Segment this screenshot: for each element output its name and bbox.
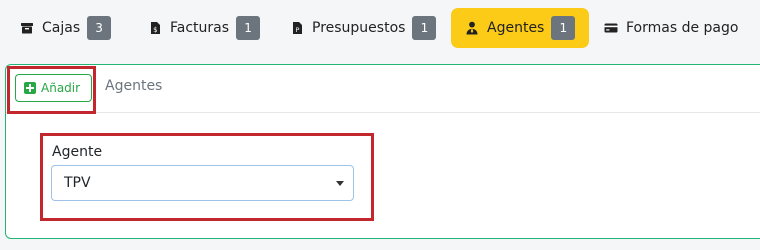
credit-card-icon — [604, 21, 618, 35]
tab-label: Facturas — [170, 20, 230, 36]
card-header: Añadir Agentes — [6, 65, 760, 113]
tab-agentes[interactable]: Agentes 1 — [451, 8, 589, 48]
tab-label: Presupuestos — [312, 20, 406, 36]
document-icon: P — [290, 21, 304, 35]
agent-select[interactable]: TPV — [51, 165, 354, 201]
count-badge: 1 — [412, 16, 437, 40]
add-button[interactable]: Añadir — [15, 74, 92, 102]
count-badge: 1 — [551, 16, 576, 40]
user-tie-icon — [465, 21, 479, 35]
count-badge: 1 — [236, 16, 261, 40]
agents-card: Añadir Agentes — [5, 64, 760, 239]
box-icon — [20, 21, 34, 35]
invoice-icon: $ — [148, 21, 162, 35]
tab-presupuestos[interactable]: P Presupuestos 1 — [284, 8, 444, 48]
agent-field-label: Agente — [52, 144, 103, 160]
tab-label: Cajas — [42, 20, 81, 36]
plus-square-icon — [24, 82, 36, 94]
tab-label: Agentes — [487, 20, 545, 36]
add-button-label: Añadir — [41, 81, 81, 95]
card-title: Agentes — [105, 78, 163, 94]
agent-select-value: TPV — [64, 175, 91, 191]
count-badge: 3 — [87, 16, 112, 40]
tab-cajas[interactable]: Cajas 3 — [12, 8, 120, 48]
svg-text:$: $ — [153, 26, 157, 34]
svg-text:P: P — [295, 26, 299, 34]
tab-label: Formas de pago — [626, 20, 739, 36]
tab-formas-de-pago[interactable]: Formas de pago — [598, 8, 758, 48]
caret-down-icon — [336, 181, 344, 186]
tab-facturas[interactable]: $ Facturas 1 — [140, 8, 270, 48]
tab-bar: Cajas 3 $ Facturas 1 P Presupuestos 1 Ag… — [0, 0, 760, 60]
